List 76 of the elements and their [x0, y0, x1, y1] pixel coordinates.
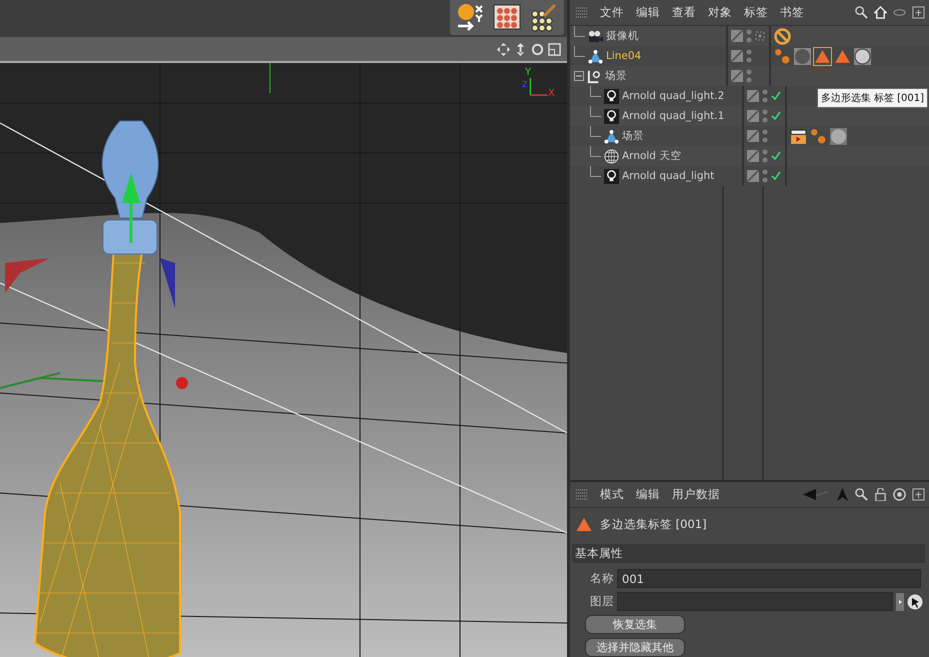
visibility-dots-icon[interactable] — [762, 129, 768, 143]
new-window-icon[interactable] — [912, 6, 925, 19]
collapse-toggle-icon[interactable] — [574, 71, 584, 81]
layer-toggle-icon[interactable] — [731, 70, 743, 82]
action-button[interactable]: 恢复选集 — [585, 615, 685, 634]
layer-toggle-icon[interactable] — [747, 90, 759, 102]
tag-icon[interactable] — [790, 128, 807, 144]
menu-item[interactable]: 编辑 — [636, 5, 660, 20]
menu-item[interactable]: 模式 — [600, 487, 624, 502]
object-name[interactable]: 摄像机 — [606, 29, 639, 43]
object-name[interactable]: Line04 — [606, 50, 642, 62]
object-name[interactable]: Arnold quad_light.1 — [622, 110, 724, 122]
menu-item[interactable]: 用户数据 — [672, 487, 720, 502]
light-bulb-icon — [604, 108, 619, 124]
axis-gizmo-icon — [528, 78, 548, 97]
tag-title: 多边选集标签 [001] — [600, 516, 707, 532]
layer-toggle-icon[interactable] — [731, 50, 743, 62]
menu-item[interactable]: 文件 — [600, 5, 624, 20]
object-name[interactable]: 场景 — [622, 129, 644, 143]
tag-icon[interactable] — [854, 48, 871, 64]
menu-item[interactable]: 编辑 — [636, 487, 660, 502]
y-axis-label: Y — [525, 68, 532, 78]
triangle-points-icon — [588, 48, 603, 64]
layer-field[interactable] — [617, 592, 893, 611]
menu-item[interactable]: 标签 — [744, 5, 768, 20]
visibility-dots-icon[interactable] — [746, 69, 752, 83]
visibility-dots-icon[interactable] — [762, 169, 768, 183]
lock-icon[interactable] — [874, 488, 887, 501]
triangle-points-icon — [604, 128, 619, 144]
layer-toggle-icon[interactable] — [747, 130, 759, 142]
action-button[interactable]: 选择并隐藏其他 — [585, 638, 685, 657]
home-icon[interactable] — [874, 6, 887, 19]
light-bulb-icon — [604, 88, 619, 104]
tooltip: 多边形选集 标签 [001] — [816, 88, 928, 108]
render-grid-icon[interactable] — [492, 2, 522, 32]
vertical-arrows-icon[interactable] — [514, 42, 527, 56]
rotate-icon[interactable] — [531, 42, 544, 56]
layer-toggle-icon[interactable] — [747, 170, 759, 182]
visibility-dots-icon[interactable] — [762, 149, 768, 163]
up-arrow-icon[interactable] — [836, 488, 849, 501]
z-axis-label: Z — [522, 80, 528, 90]
triangle-icon — [576, 516, 592, 532]
object-name[interactable]: Arnold 天空 — [622, 149, 682, 163]
object-name[interactable]: Arnold quad_light.2 — [622, 90, 724, 102]
maximize-icon[interactable] — [548, 42, 561, 56]
globe-icon — [604, 148, 619, 164]
visibility-dots-icon[interactable] — [746, 29, 752, 43]
layer-toggle-icon[interactable] — [747, 110, 759, 122]
pick-cursor-icon[interactable] — [907, 594, 923, 610]
light-bulb-icon — [604, 168, 619, 184]
visibility-dots-icon[interactable] — [746, 49, 752, 63]
layer-toggle-icon[interactable] — [747, 150, 759, 162]
target-icon[interactable] — [755, 31, 765, 41]
back-arrow-icon[interactable] — [802, 488, 830, 501]
camera-icon — [588, 28, 603, 44]
menu-item[interactable]: 查看 — [672, 5, 696, 20]
visibility-dots-icon[interactable] — [762, 89, 768, 103]
null-object-icon — [587, 68, 602, 84]
grip-icon[interactable] — [576, 6, 588, 18]
object-name[interactable]: 场景 — [605, 69, 627, 83]
menu-item[interactable]: 书签 — [780, 5, 804, 20]
search-icon[interactable] — [855, 6, 868, 19]
object-name[interactable]: Arnold quad_light — [622, 170, 714, 182]
name-field[interactable]: 001 — [617, 569, 921, 588]
move-icon[interactable] — [497, 42, 510, 56]
visibility-dots-icon[interactable] — [762, 109, 768, 123]
x-axis-label: X — [548, 89, 555, 99]
menu-item[interactable]: 对象 — [708, 5, 732, 20]
section-header[interactable]: 基本属性 — [572, 544, 925, 563]
new-window-icon[interactable] — [912, 488, 925, 501]
grip-icon[interactable] — [576, 488, 588, 500]
field-label: 名称 — [589, 571, 614, 586]
layer-toggle-icon[interactable] — [731, 30, 743, 42]
field-label: 图层 — [589, 594, 614, 609]
target-icon[interactable] — [893, 488, 906, 501]
search-icon[interactable] — [855, 488, 868, 501]
